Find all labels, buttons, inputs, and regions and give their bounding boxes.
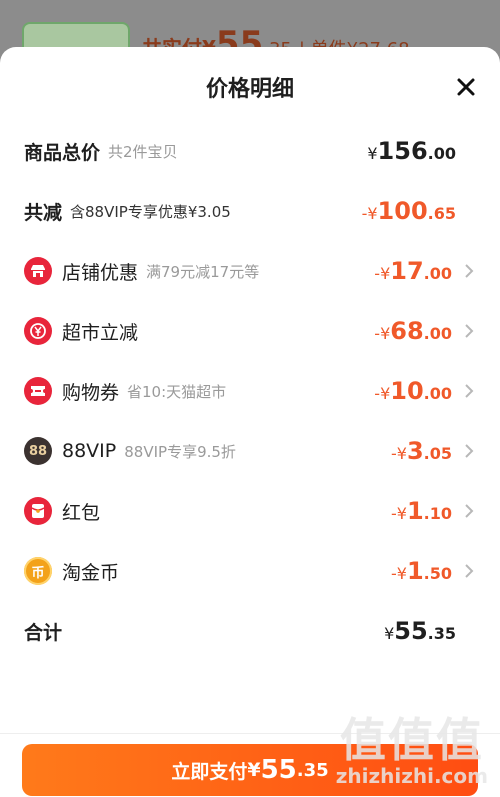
chevron-right-icon: [456, 443, 476, 459]
row-sub: 满79元减17元等: [146, 262, 260, 281]
amount-decimal: .05: [423, 444, 452, 463]
amount-integer: 55: [394, 617, 428, 645]
watermark: 值值值 zhizhizhi.com: [336, 715, 488, 787]
amount-decimal: .00: [423, 324, 452, 343]
coupon-icon: [24, 377, 52, 405]
amount-decimal: .50: [423, 564, 452, 583]
chevron-right-icon: [456, 503, 476, 519]
amount-symbol: -¥: [391, 564, 407, 583]
row-amount: -¥ 1.50: [391, 557, 452, 585]
watermark-logo: 值值值: [339, 713, 484, 767]
pay-button-integer: 55: [260, 755, 297, 785]
amount-integer: 68: [390, 317, 424, 345]
row-label: 合计: [24, 621, 63, 644]
amount-integer: 1: [406, 557, 424, 585]
shop-icon: [24, 257, 52, 285]
row-amount: ¥156.00: [367, 137, 456, 165]
amount-symbol: -¥: [391, 444, 407, 463]
row-label: 购物券: [62, 381, 120, 404]
amount-integer: 17: [390, 257, 424, 285]
amount-integer: 1: [406, 497, 424, 525]
pay-button-label: 立即支付: [171, 760, 248, 783]
amount-symbol: -¥: [361, 204, 378, 223]
row-sub: 含88VIP专享优惠¥3.05: [70, 202, 231, 221]
row-88vip[interactable]: 88 88VIP 88VIP专享9.5折 -¥ 3.05: [24, 433, 476, 469]
row-amount: ¥55.35: [384, 617, 456, 645]
88vip-icon: 88: [24, 437, 52, 465]
amount-symbol: ¥: [367, 144, 378, 163]
row-goods-total: 商品总价 共2件宝贝 ¥156.00: [24, 133, 476, 169]
row-shopping-coupon[interactable]: 购物券 省10:天猫超市 -¥ 10.00: [24, 373, 476, 409]
row-sub: 省10:天猫超市: [127, 382, 227, 401]
row-label: 商品总价: [24, 141, 101, 164]
row-tao-gold-coin[interactable]: 币 淘金币 -¥ 1.50: [24, 553, 476, 589]
row-amount: -¥ 68.00: [374, 317, 452, 345]
row-label: 店铺优惠: [62, 261, 139, 284]
row-label: 超市立减: [62, 321, 139, 344]
chevron-right-icon: [456, 563, 476, 579]
row-amount: -¥ 1.10: [391, 497, 452, 525]
close-icon: [457, 78, 475, 96]
row-label: 淘金币: [62, 561, 120, 584]
row-red-packet[interactable]: 红包 -¥ 1.10: [24, 493, 476, 529]
row-sub: 共2件宝贝: [108, 142, 178, 161]
row-amount: -¥ 10.00: [374, 377, 452, 405]
sheet-title: 价格明细: [205, 77, 294, 102]
amount-symbol: -¥: [374, 264, 391, 283]
amount-decimal: .00: [423, 264, 452, 283]
price-detail-sheet: 价格明细 商品总价 共2件宝贝 ¥156.00 共减 含88VIP专享优惠¥3.…: [0, 47, 500, 797]
amount-symbol: -¥: [374, 384, 391, 403]
row-amount: -¥ 100.65: [362, 197, 456, 225]
row-label: 红包: [62, 501, 101, 524]
yen-coin-icon: [24, 317, 52, 345]
amount-symbol: -¥: [374, 324, 391, 343]
gold-coin-icon: 币: [24, 557, 52, 585]
chevron-right-icon: [456, 383, 476, 399]
chevron-right-icon: [456, 263, 476, 279]
row-amount: -¥ 3.05: [391, 437, 452, 465]
watermark-url: zhizhizhi.com: [335, 764, 488, 788]
amount-integer: 156: [377, 137, 428, 165]
pay-button-decimal: .35: [296, 759, 329, 781]
amount-decimal: .10: [423, 504, 452, 523]
amount-symbol: ¥: [384, 624, 395, 643]
row-label: 88VIP: [62, 440, 117, 462]
close-button[interactable]: [452, 73, 480, 101]
amount-decimal: .35: [427, 624, 456, 643]
row-total-discount: 共减 含88VIP专享优惠¥3.05 -¥ 100.65: [24, 193, 476, 229]
amount-decimal: .00: [427, 144, 456, 163]
red-packet-icon: [24, 497, 52, 525]
row-sub: 88VIP专享9.5折: [124, 442, 236, 461]
row-shop-discount[interactable]: 店铺优惠 满79元减17元等 -¥ 17.00: [24, 253, 476, 289]
amount-decimal: .65: [427, 204, 456, 223]
row-grand-total: 合计 ¥55.35: [24, 613, 476, 649]
amount-integer: 10: [390, 377, 424, 405]
amount-integer: 3: [406, 437, 424, 465]
amount-symbol: -¥: [391, 504, 407, 523]
row-supermarket-discount[interactable]: 超市立减 -¥ 68.00: [24, 313, 476, 349]
amount-decimal: .00: [423, 384, 452, 403]
row-amount: -¥ 17.00: [374, 257, 452, 285]
pay-button-symbol: ¥: [247, 759, 261, 781]
chevron-right-icon: [456, 323, 476, 339]
row-label: 共减: [24, 201, 63, 224]
amount-integer: 100: [377, 197, 428, 225]
